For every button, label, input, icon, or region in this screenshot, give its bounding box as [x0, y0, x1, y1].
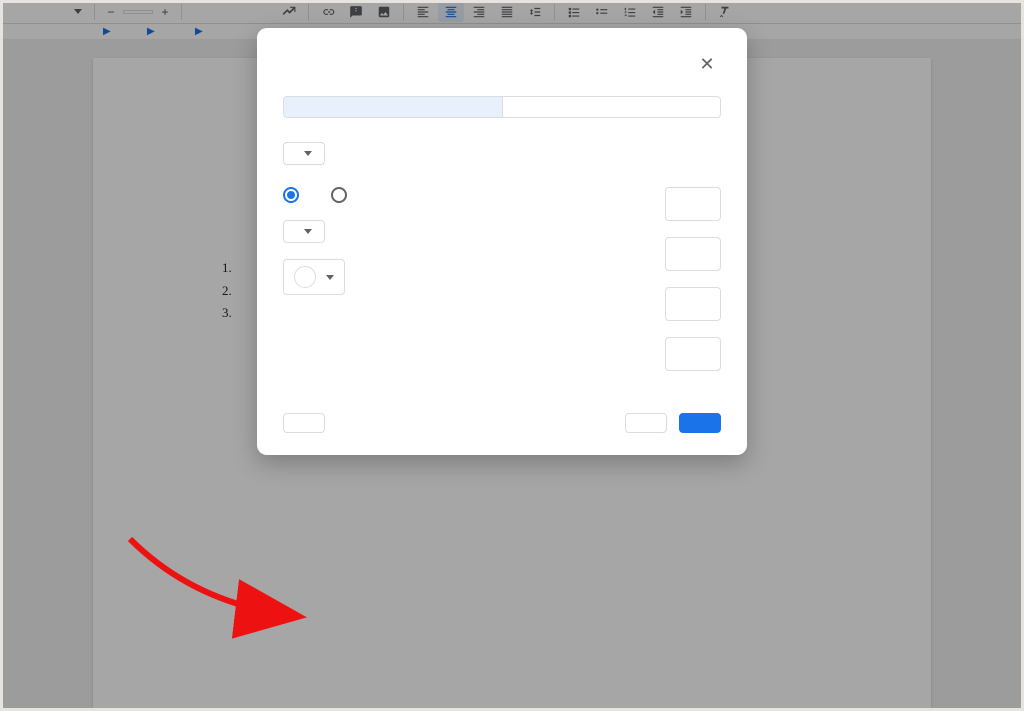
dialog-footer — [283, 413, 721, 433]
dialog-header: ✕ — [283, 50, 721, 78]
close-icon: ✕ — [699, 54, 714, 75]
radio-icon — [331, 187, 347, 203]
tabs — [283, 96, 721, 118]
margin-left-input[interactable] — [665, 287, 721, 321]
set-as-default-button[interactable] — [283, 413, 325, 433]
page-setup-dialog: ✕ — [257, 28, 747, 455]
apply-to-select[interactable] — [283, 142, 325, 165]
paper-size-select[interactable] — [283, 220, 325, 243]
orientation-portrait-radio[interactable] — [283, 187, 307, 203]
margin-top-input[interactable] — [665, 187, 721, 221]
cancel-button[interactable] — [625, 413, 667, 433]
page-color-select[interactable] — [283, 259, 345, 295]
radio-icon — [283, 187, 299, 203]
tab-pages[interactable] — [284, 97, 503, 117]
close-button[interactable]: ✕ — [693, 50, 721, 78]
chevron-down-icon — [326, 275, 334, 280]
margin-bottom-input[interactable] — [665, 237, 721, 271]
ok-button[interactable] — [679, 413, 721, 433]
orientation-landscape-radio[interactable] — [331, 187, 355, 203]
color-swatch-icon — [294, 266, 316, 288]
chevron-down-icon — [304, 229, 312, 234]
tab-pageless[interactable] — [503, 97, 721, 117]
margin-right-input[interactable] — [665, 337, 721, 371]
chevron-down-icon — [304, 151, 312, 156]
